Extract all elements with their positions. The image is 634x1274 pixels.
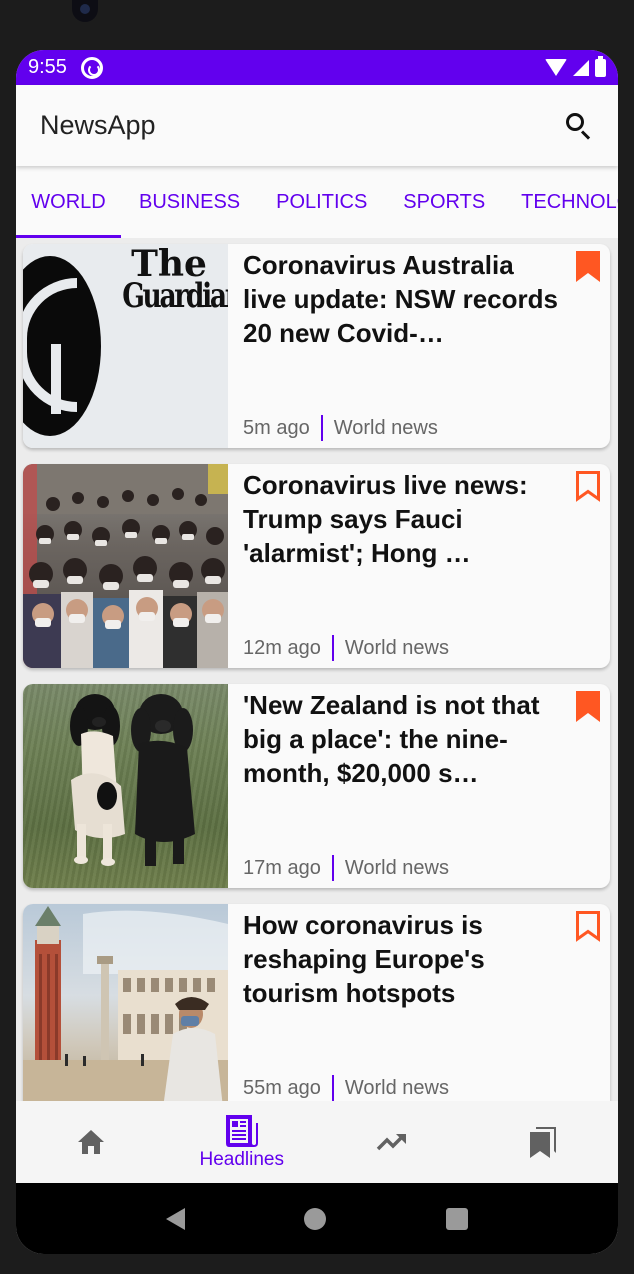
screen: 9:55 NewsApp WORLD BUSINESS POLITICS SPO… (16, 50, 618, 1254)
dogs-photo (70, 694, 195, 866)
wifi-icon (545, 59, 567, 76)
nav-home[interactable] (16, 1101, 167, 1183)
article-section: World news (344, 1076, 449, 1099)
home-circle-icon[interactable] (304, 1207, 327, 1230)
guardian-logo-word-2: Guardian (122, 276, 228, 316)
article-thumbnail: The Guardian (23, 244, 228, 448)
guardian-logo-bar (51, 344, 61, 414)
meta-divider (331, 855, 334, 881)
front-camera (72, 0, 98, 22)
news-card[interactable]: How coronavirus is reshaping Europe's to… (23, 904, 610, 1101)
guardian-logo-wordmark: The Guardian (109, 246, 228, 316)
tab-politics[interactable]: POLITICS (258, 166, 385, 238)
article-title: Coronavirus Australia live update: NSW r… (243, 250, 558, 348)
article-title: 'New Zealand is not that big a place': t… (243, 690, 540, 788)
article-thumbnail (23, 684, 228, 888)
battery-icon (595, 55, 606, 77)
article-meta: 17m ago World news (243, 855, 449, 881)
article-meta: 5m ago World news (243, 415, 438, 441)
article-section: World news (344, 636, 449, 659)
article-title: Coronavirus live news: Trump says Fauci … (243, 470, 528, 568)
nav-headlines-label: Headlines (199, 1149, 285, 1170)
status-time: 9:55 (28, 56, 67, 78)
phone-frame: 9:55 NewsApp WORLD BUSINESS POLITICS SPO… (0, 0, 634, 1274)
nav-bookmarks[interactable] (468, 1101, 619, 1183)
system-navigation-bar (16, 1183, 618, 1254)
bookmark-filled-icon[interactable] (575, 690, 601, 723)
bookmark-filled-icon[interactable] (575, 250, 601, 283)
status-bar: 9:55 (16, 50, 618, 85)
article-thumbnail (23, 904, 228, 1101)
news-card[interactable]: Coronavirus live news: Trump says Fauci … (23, 464, 610, 668)
app-title: NewsApp (40, 110, 156, 140)
article-thumbnail (23, 464, 228, 668)
meta-divider (320, 415, 323, 441)
news-card[interactable]: 'New Zealand is not that big a place': t… (23, 684, 610, 888)
article-section: World news (333, 416, 438, 439)
tab-sports[interactable]: SPORTS (385, 166, 503, 238)
newspaper-icon (225, 1115, 258, 1147)
tab-technology[interactable]: TECHNOLOGY (503, 166, 618, 238)
tab-world[interactable]: WORLD (16, 166, 121, 238)
sync-icon (80, 56, 103, 79)
tab-business[interactable]: BUSINESS (121, 166, 258, 238)
guardian-logo-letter (23, 278, 77, 412)
article-time: 5m ago (243, 416, 310, 439)
bookmark-outline-icon[interactable] (575, 470, 601, 503)
article-meta: 12m ago World news (243, 635, 449, 661)
back-icon[interactable] (165, 1207, 185, 1230)
nav-trending[interactable] (317, 1101, 468, 1183)
bookmarks-icon (529, 1127, 556, 1158)
meta-divider (331, 635, 334, 661)
bookmark-outline-icon[interactable] (575, 910, 601, 943)
article-time: 17m ago (243, 856, 321, 879)
recents-icon[interactable] (446, 1207, 469, 1230)
category-tabs: WORLD BUSINESS POLITICS SPORTS TECHNOLOG… (16, 166, 618, 238)
signal-icon (573, 59, 589, 76)
bottom-navigation: Headlines (16, 1101, 618, 1183)
venice-photo (23, 906, 228, 1101)
article-time: 55m ago (243, 1076, 321, 1099)
app-bar: NewsApp (16, 85, 618, 166)
article-section: World news (344, 856, 449, 879)
guardian-logo-mark (23, 256, 101, 436)
article-meta: 55m ago World news (243, 1075, 449, 1101)
news-feed[interactable]: The Guardian Coronavirus Australia live … (16, 238, 618, 1101)
crowd-photo (23, 464, 228, 668)
news-card[interactable]: The Guardian Coronavirus Australia live … (23, 244, 610, 448)
search-button[interactable] (564, 111, 594, 141)
article-time: 12m ago (243, 636, 321, 659)
status-icons (545, 55, 606, 77)
nav-headlines[interactable]: Headlines (167, 1101, 318, 1183)
meta-divider (331, 1075, 334, 1101)
trending-icon (377, 1134, 407, 1151)
search-icon-handle (580, 129, 591, 140)
home-icon (78, 1130, 105, 1154)
search-icon (566, 112, 584, 131)
article-title: How coronavirus is reshaping Europe's to… (243, 910, 485, 1008)
